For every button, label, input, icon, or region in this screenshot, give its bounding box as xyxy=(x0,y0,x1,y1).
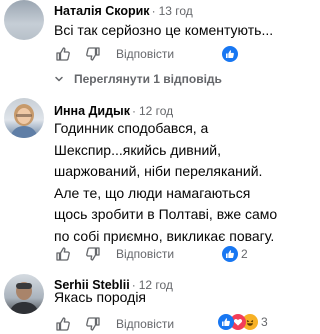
thumbs-up-outline-icon[interactable] xyxy=(54,245,72,263)
like-reaction-icon[interactable] xyxy=(222,46,238,62)
avatar[interactable] xyxy=(4,274,44,314)
avatar[interactable] xyxy=(4,98,44,138)
reaction-count[interactable]: 2 xyxy=(241,247,248,261)
reply-button[interactable]: Відповісти xyxy=(116,317,174,331)
comment-actions: Відповісти xyxy=(54,44,174,64)
thumbs-up-outline-icon[interactable] xyxy=(54,315,72,333)
thumbs-down-outline-icon[interactable] xyxy=(84,315,102,333)
comment-text: Всі так серйозно це коментують... xyxy=(54,22,274,38)
view-replies-label: Переглянути 1 відповідь xyxy=(74,72,222,86)
chevron-down-icon xyxy=(54,74,64,84)
reaction-count[interactable]: 3 xyxy=(261,315,268,329)
like-reaction-icon[interactable] xyxy=(218,314,234,330)
thumbs-down-outline-icon[interactable] xyxy=(84,45,102,63)
comment-text: Якась породія xyxy=(54,289,147,305)
comment-actions: Відповісти xyxy=(54,244,174,264)
comment-author[interactable]: Наталія Скорик · 13 год xyxy=(54,4,193,18)
avatar[interactable] xyxy=(4,0,44,40)
comment-author[interactable]: Инна Дидык · 12 год xyxy=(54,104,173,118)
thumbs-down-outline-icon[interactable] xyxy=(84,245,102,263)
thumbs-up-outline-icon[interactable] xyxy=(54,45,72,63)
comment-time[interactable]: 13 год xyxy=(159,4,193,18)
reply-button[interactable]: Відповісти xyxy=(116,47,174,61)
reply-button[interactable]: Відповісти xyxy=(116,247,174,261)
comment-text: Годинник сподобався, а Шекспир...якийсь … xyxy=(54,120,278,244)
comment-time[interactable]: 12 год xyxy=(139,104,173,118)
comment-actions: Відповісти xyxy=(54,314,174,334)
separator-dot: · xyxy=(151,4,156,18)
reaction-anchor xyxy=(218,246,234,262)
view-replies-link[interactable]: Переглянути 1 відповідь xyxy=(54,72,222,86)
separator-dot: · xyxy=(131,104,136,118)
